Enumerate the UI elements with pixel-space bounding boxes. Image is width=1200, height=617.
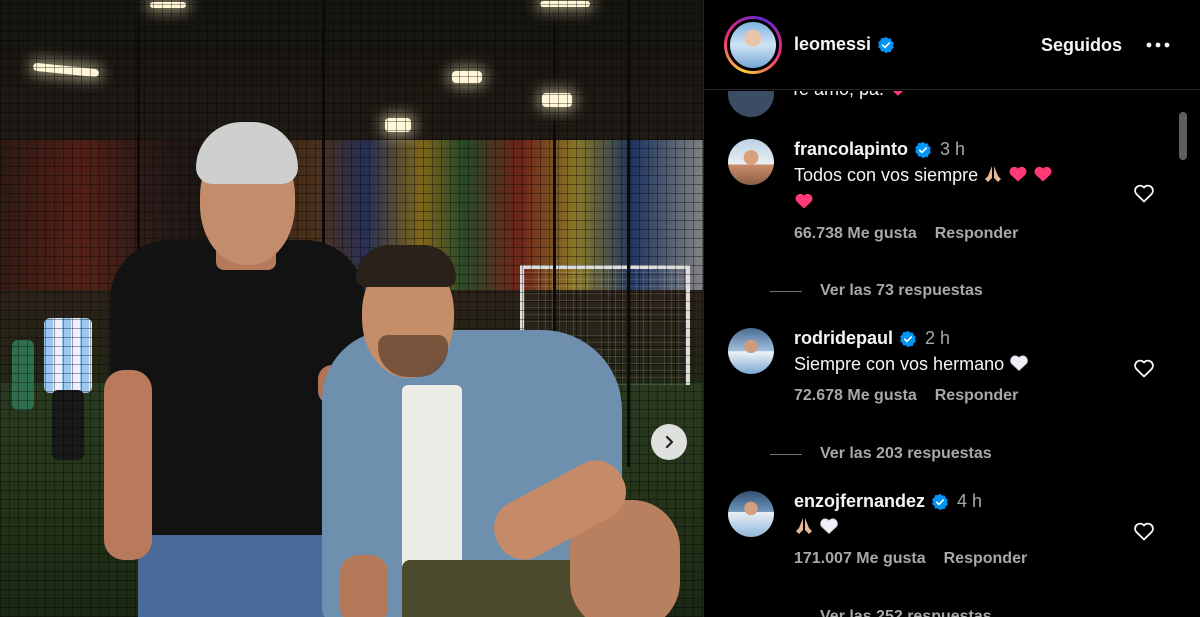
avatar[interactable] bbox=[728, 91, 774, 117]
person-left-arm bbox=[104, 370, 152, 560]
heart-outline-icon[interactable] bbox=[1132, 181, 1156, 205]
like-count[interactable]: 66.738 Me gusta bbox=[794, 225, 917, 243]
like-count[interactable]: 72.678 Me gusta bbox=[794, 387, 917, 405]
divider bbox=[770, 290, 802, 292]
comment-text-content: Todos con vos siempre bbox=[794, 165, 979, 185]
heart-emoji-icon bbox=[892, 91, 904, 96]
reply-button[interactable]: Responder bbox=[935, 387, 1019, 405]
chevron-right-icon bbox=[665, 435, 674, 449]
avatar[interactable] bbox=[724, 15, 782, 74]
avatar[interactable] bbox=[728, 491, 774, 537]
person-right-pants bbox=[402, 560, 592, 617]
view-replies-label: Ver las 252 respuestas bbox=[820, 608, 992, 617]
person-left-jeans bbox=[138, 535, 338, 617]
view-replies-label: Ver las 73 respuestas bbox=[820, 282, 983, 299]
reply-button[interactable]: Responder bbox=[935, 225, 1019, 243]
divider bbox=[770, 453, 802, 455]
comment-text: Siempre con vos hermano bbox=[794, 351, 1104, 378]
white-heart-emoji-icon bbox=[1010, 355, 1028, 372]
comment-time[interactable]: 3 h bbox=[940, 139, 965, 160]
person-right-hair bbox=[356, 245, 456, 287]
view-replies-label: Ver las 203 respuestas bbox=[820, 445, 992, 462]
comment-text bbox=[794, 514, 1104, 541]
comment-text: Todos con vos siempre bbox=[794, 162, 1104, 216]
comment-time[interactable]: 4 h bbox=[957, 491, 982, 512]
heart-emoji-icon bbox=[1034, 166, 1052, 182]
next-image-button[interactable] bbox=[651, 424, 687, 460]
verified-badge-icon bbox=[932, 493, 948, 510]
post-photo bbox=[0, 0, 703, 617]
heart-emoji-icon bbox=[1009, 166, 1027, 182]
verified-badge-icon bbox=[915, 141, 931, 158]
person-right-tshirt bbox=[402, 385, 462, 585]
heart-outline-icon[interactable] bbox=[1132, 356, 1156, 380]
praying-hands-emoji-icon bbox=[796, 518, 812, 534]
comment-username[interactable]: francolapinto bbox=[794, 139, 908, 160]
comments-panel: leomessi Seguidos Te amo, pa. francolapi… bbox=[703, 0, 1200, 617]
view-replies-button[interactable]: Ver las 252 respuestas bbox=[770, 608, 992, 617]
list-item: Te amo, pa. bbox=[790, 91, 907, 100]
verified-badge-icon bbox=[900, 330, 916, 347]
comment-username[interactable]: enzojfernandez bbox=[794, 491, 925, 512]
avatar[interactable] bbox=[728, 328, 774, 374]
like-count[interactable]: 171.007 Me gusta bbox=[794, 550, 926, 568]
verified-badge-icon bbox=[878, 36, 894, 53]
scrollbar-thumb[interactable] bbox=[1179, 112, 1187, 160]
view-replies-button[interactable]: Ver las 73 respuestas bbox=[770, 282, 983, 300]
scrollbar[interactable] bbox=[1177, 95, 1189, 615]
reply-button[interactable]: Responder bbox=[944, 550, 1028, 568]
heart-emoji-icon bbox=[795, 193, 813, 209]
comment-list: Te amo, pa. francolapinto 3 h Todos con … bbox=[704, 91, 1178, 617]
more-options-icon[interactable] bbox=[1144, 31, 1172, 59]
view-replies-button[interactable]: Ver las 203 respuestas bbox=[770, 445, 992, 463]
heart-outline-icon[interactable] bbox=[1132, 519, 1156, 543]
post-header: leomessi Seguidos bbox=[704, 0, 1200, 90]
praying-hands-emoji-icon bbox=[985, 166, 1002, 182]
following-button[interactable]: Seguidos bbox=[1041, 35, 1122, 56]
post-username[interactable]: leomessi bbox=[794, 34, 871, 55]
comment-time[interactable]: 2 h bbox=[925, 328, 950, 349]
comment-text: Te amo, pa. bbox=[790, 91, 884, 99]
white-heart-emoji-icon bbox=[820, 518, 838, 535]
person-right-hand bbox=[340, 555, 388, 617]
comment-username[interactable]: rodridepaul bbox=[794, 328, 893, 349]
comment-text-content: Siempre con vos hermano bbox=[794, 354, 1005, 374]
avatar[interactable] bbox=[728, 139, 774, 185]
